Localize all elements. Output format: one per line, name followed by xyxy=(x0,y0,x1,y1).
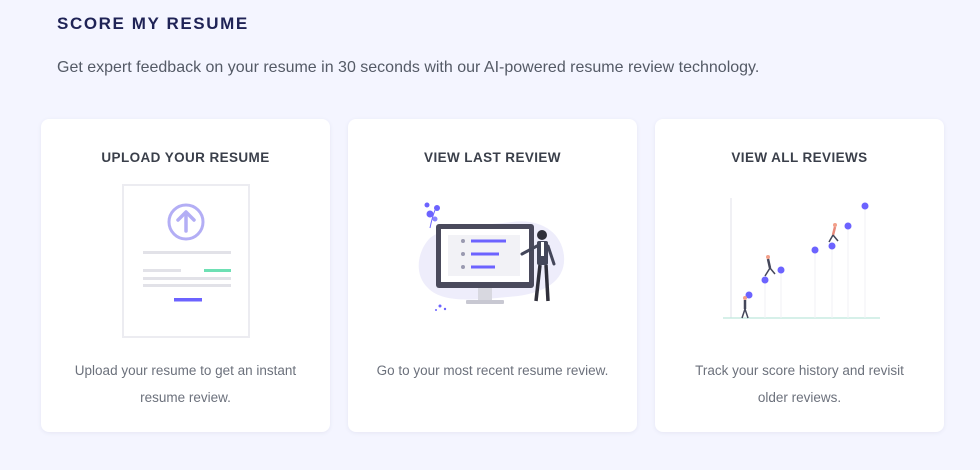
upload-resume-illustration-icon xyxy=(41,183,330,343)
page-title: SCORE MY RESUME xyxy=(57,14,249,33)
score-history-chart-illustration-icon xyxy=(655,183,944,343)
view-all-reviews-card[interactable]: VIEW ALL REVIEWS Track your score histor… xyxy=(655,119,944,432)
view-last-review-card-title: VIEW LAST REVIEW xyxy=(424,150,561,165)
cards-container: UPLOAD YOUR RESUME Upload your resume to… xyxy=(41,119,944,432)
upload-resume-card-description: Upload your resume to get an instant res… xyxy=(74,363,297,405)
view-all-reviews-card-title: VIEW ALL REVIEWS xyxy=(731,150,868,165)
view-last-review-card[interactable]: VIEW LAST REVIEW Go to your most recent … xyxy=(348,119,637,432)
monitor-presentation-illustration-icon xyxy=(348,183,637,343)
upload-resume-card[interactable]: UPLOAD YOUR RESUME Upload your resume to… xyxy=(41,119,330,432)
page-subtitle: Get expert feedback on your resume in 30… xyxy=(57,59,760,76)
view-last-review-card-description: Go to your most recent resume review. xyxy=(376,363,609,378)
view-all-reviews-card-description: Track your score history and revisit old… xyxy=(695,363,904,405)
upload-resume-card-title: UPLOAD YOUR RESUME xyxy=(101,150,270,165)
